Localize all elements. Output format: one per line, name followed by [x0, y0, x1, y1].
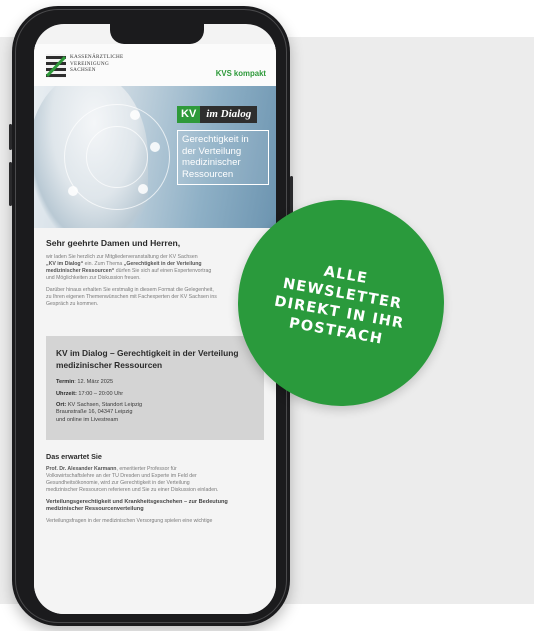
hero-decoration [86, 126, 148, 188]
hero-topic: Gerechtigkeit in der Verteilung medizini… [177, 130, 269, 185]
hero-banner: KV im Dialog Gerechtigkeit in der Vertei… [34, 86, 276, 228]
event-time: Uhrzeit: 17:00 – 20:00 Uhr [56, 390, 124, 397]
intro-paragraph: wir laden Sie herzlich zur Mitgliederver… [46, 254, 212, 281]
newsletter-email: KASSENÄRZTLICHE VEREINIGUNG SACHSEN KVS … [34, 44, 276, 614]
event-box: KV im Dialog – Gerechtigkeit in der Vert… [46, 336, 264, 440]
event-title: KV im Dialog – Gerechtigkeit in der Vert… [56, 348, 239, 370]
event-location: Ort: KV Sachsen, Standort Leipzig Brauns… [56, 402, 143, 423]
phone-notch [110, 24, 204, 44]
email-body: Sehr geehrte Damen und Herren, wir laden… [34, 228, 276, 525]
badge-text: ALLE NEWSLETTER DIREKT IN IHR POSTFACH [273, 263, 406, 348]
info-paragraph: Darüber hinaus erhalten Sie erstmalig in… [46, 287, 217, 307]
newsletter-brand: KVS kompakt [215, 69, 266, 78]
hero-dot [68, 186, 78, 196]
phone-volume-button [9, 162, 12, 206]
hero-dot [138, 184, 148, 194]
hero-dot [130, 110, 140, 120]
speaker-paragraph: Prof. Dr. Alexander Karmann, emeritierte… [46, 466, 219, 493]
event-date: Termin: 12. März 2025 [56, 379, 114, 386]
greeting: Sehr geehrte Damen und Herren, [46, 238, 181, 248]
org-name: KASSENÄRZTLICHE VEREINIGUNG SACHSEN [70, 54, 124, 74]
email-header: KASSENÄRZTLICHE VEREINIGUNG SACHSEN KVS … [34, 44, 276, 86]
sub-heading: Verteilungsgerechtigkeit und Krankheitsg… [46, 499, 228, 513]
kvs-logo-icon [46, 54, 66, 78]
kv-im-dialog-logo: KV im Dialog [177, 106, 258, 123]
phone-side-button [9, 124, 12, 150]
hero-dot [150, 142, 160, 152]
section-heading: Das erwartet Sie [46, 452, 102, 461]
teaser-line: Verteilungsfragen in der medizinischen V… [46, 517, 213, 524]
